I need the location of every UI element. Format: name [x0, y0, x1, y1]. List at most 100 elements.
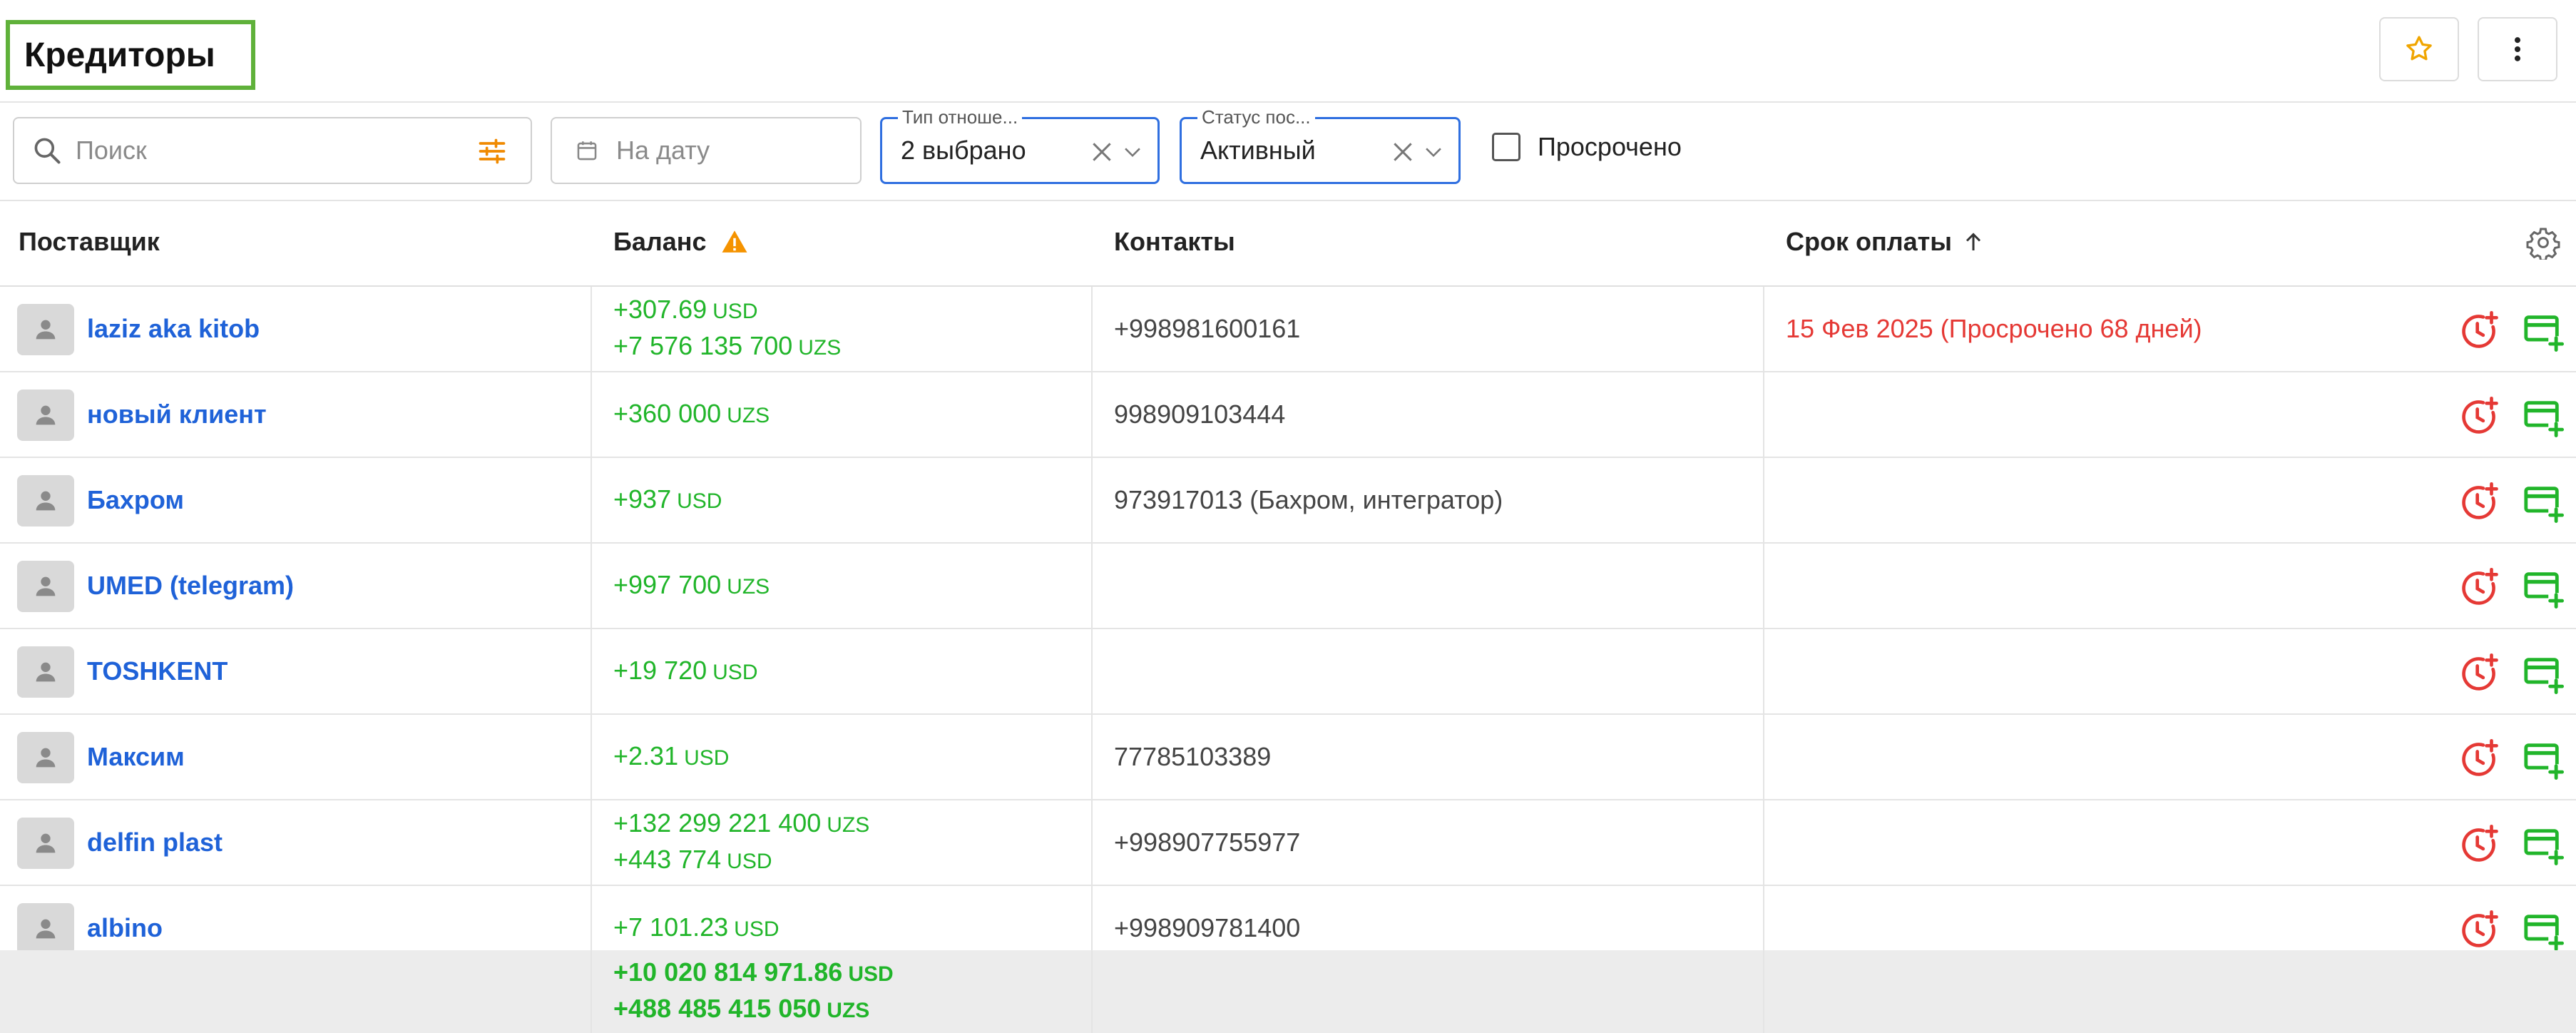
add-due-date-icon: [2462, 311, 2498, 348]
amount-value: +307.69: [613, 295, 707, 324]
amount-value: +7 576 135 700: [613, 331, 793, 360]
add-due-date-button[interactable]: [2458, 652, 2500, 695]
supplier-name-link[interactable]: новый клиент: [87, 372, 267, 457]
add-payment-button[interactable]: [2522, 909, 2565, 950]
table-footer-totals: +10 020 814 971.86 USD +488 485 415 050 UZS: [0, 950, 2576, 1033]
person-icon: [36, 320, 56, 340]
add-payment-button[interactable]: [2522, 823, 2565, 866]
clear-icon[interactable]: [1389, 138, 1417, 166]
column-header-due[interactable]: Срок оплаты: [1786, 227, 1986, 257]
column-divider: [1763, 800, 1764, 885]
add-due-date-icon: [2462, 739, 2498, 776]
filters-divider: [0, 200, 2576, 201]
supplier-name-link[interactable]: albino: [87, 886, 163, 950]
column-divider: [1091, 629, 1093, 713]
clear-icon[interactable]: [1088, 138, 1116, 166]
balance-cell: +19 720 USD: [613, 629, 757, 713]
table-row[interactable]: laziz aka kitob +307.69 USD +7 576 135 700 U…: [0, 287, 2576, 372]
person-icon: [36, 662, 56, 682]
currency-code: UZS: [827, 999, 870, 1022]
more-options-button[interactable]: [2478, 17, 2557, 81]
add-due-date-button[interactable]: [2458, 310, 2500, 352]
currency-code: UZS: [727, 574, 770, 599]
contact-cell: 77785103389: [1114, 742, 1272, 771]
sort-ascending-icon[interactable]: [1961, 229, 1986, 255]
currency-code: USD: [734, 917, 780, 941]
add-payment-button[interactable]: [2522, 652, 2565, 695]
table-row[interactable]: delfin plast +132 299 221 400 UZS +443 774 U…: [0, 800, 2576, 886]
column-divider: [591, 372, 592, 457]
add-payment-icon: [2524, 315, 2564, 352]
supplier-status-select[interactable]: Статус пос... Активный: [1180, 106, 1461, 184]
currency-code: USD: [712, 660, 758, 684]
add-payment-button[interactable]: [2522, 481, 2565, 524]
add-due-date-button[interactable]: [2458, 395, 2500, 438]
search-input[interactable]: Поиск: [13, 117, 532, 184]
warning-icon: [722, 230, 747, 253]
column-header-supplier[interactable]: Поставщик: [19, 227, 160, 257]
due-date-cell: 15 Фев 2025 (Просрочено 68 дней): [1786, 314, 2202, 343]
add-due-date-button[interactable]: [2458, 566, 2500, 609]
amount-value: +360 000: [613, 398, 722, 428]
person-icon: [36, 576, 56, 596]
amount-value: +10 020 814 971.86: [613, 957, 843, 987]
column-divider: [591, 950, 592, 1033]
column-header-balance[interactable]: Баланс: [613, 227, 750, 257]
table-row[interactable]: UMED (telegram) +997 700 UZS: [0, 544, 2576, 629]
column-divider: [1763, 715, 1764, 799]
balance-amount: +19 720 USD: [613, 653, 757, 690]
favorite-button[interactable]: [2379, 17, 2459, 81]
add-due-date-button[interactable]: [2458, 481, 2500, 524]
relation-type-select[interactable]: Тип отноше... 2 выбрано: [880, 106, 1160, 184]
supplier-name-link[interactable]: UMED (telegram): [87, 544, 294, 628]
supplier-name-link[interactable]: Бахром: [87, 458, 184, 542]
chevron-down-icon[interactable]: [1120, 141, 1145, 165]
amount-value: +132 299 221 400: [613, 808, 822, 838]
search-icon: [34, 138, 61, 164]
add-payment-icon: [2524, 743, 2564, 780]
supplier-name-link[interactable]: delfin plast: [87, 800, 223, 885]
supplier-name-link[interactable]: laziz aka kitob: [87, 287, 260, 371]
balance-amount: +997 700 UZS: [613, 568, 770, 604]
column-header-contacts[interactable]: Контакты: [1114, 227, 1235, 257]
date-input[interactable]: На дату: [551, 117, 862, 184]
add-payment-button[interactable]: [2522, 395, 2565, 438]
total-amount: +488 485 415 050 UZS: [613, 992, 894, 1028]
currency-code: USD: [684, 746, 730, 770]
table-row[interactable]: Максим +2.31 USD 77785103389: [0, 715, 2576, 800]
add-payment-button[interactable]: [2522, 310, 2565, 352]
add-due-date-icon: [2462, 910, 2498, 947]
person-icon: [36, 833, 56, 853]
contact-cell: 973917013 (Бахром, интегратор): [1114, 485, 1503, 514]
balance-cell: +132 299 221 400 UZS +443 774 USD: [613, 800, 869, 885]
filter-settings-icon[interactable]: [476, 136, 508, 167]
person-icon: [36, 405, 56, 425]
chevron-down-icon[interactable]: [1421, 141, 1446, 165]
add-due-date-button[interactable]: [2458, 823, 2500, 866]
table-row[interactable]: Бахром +937 USD 973917013 (Бахром, интеграт…: [0, 458, 2576, 544]
table-row[interactable]: TOSHKENT +19 720 USD: [0, 629, 2576, 715]
overdue-checkbox[interactable]: [1492, 133, 1520, 161]
column-divider: [1763, 372, 1764, 457]
supplier-name-link[interactable]: TOSHKENT: [87, 629, 228, 713]
table-settings-icon[interactable]: [2526, 225, 2560, 260]
add-payment-icon: [2524, 915, 2564, 950]
add-payment-button[interactable]: [2522, 738, 2565, 780]
add-payment-icon: [2524, 658, 2564, 694]
table-row[interactable]: новый клиент +360 000 UZS 998909103444: [0, 372, 2576, 458]
total-amount: +10 020 814 971.86 USD: [613, 955, 894, 992]
add-due-date-button[interactable]: [2458, 909, 2500, 950]
column-divider: [1091, 287, 1093, 371]
overdue-filter[interactable]: Просрочено: [1492, 131, 1682, 163]
calendar-icon: [577, 141, 597, 161]
table-row[interactable]: albino +7 101.23 USD +998909781400: [0, 886, 2576, 950]
balance-cell: +7 101.23 USD: [613, 886, 780, 950]
contact-cell: +998909781400: [1114, 913, 1301, 942]
add-payment-button[interactable]: [2522, 566, 2565, 609]
supplier-name-link[interactable]: Максим: [87, 715, 185, 799]
column-header-label: Контакты: [1114, 227, 1235, 256]
status-value: Активный: [1200, 136, 1316, 165]
avatar: [17, 304, 74, 355]
amount-value: +19 720: [613, 655, 707, 685]
add-due-date-button[interactable]: [2458, 738, 2500, 780]
